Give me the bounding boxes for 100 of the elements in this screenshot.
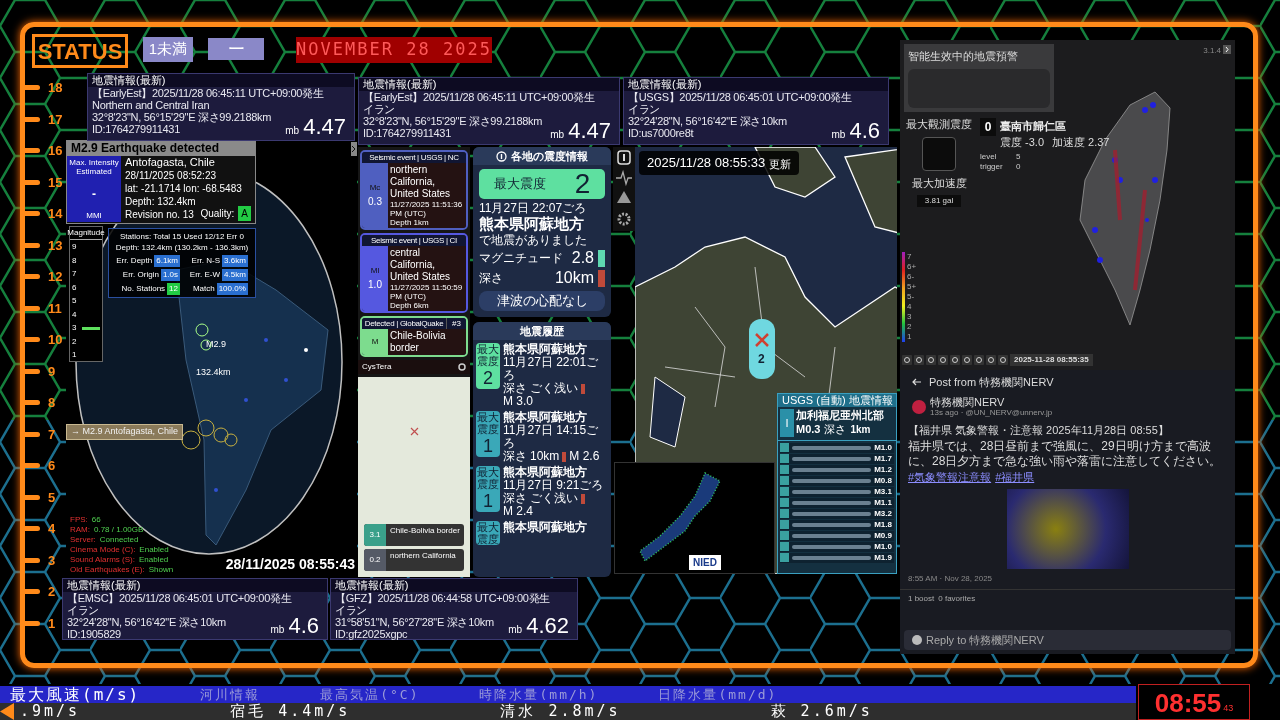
- badge-value: 2: [483, 367, 493, 389]
- info-text: ID:1905829: [66, 628, 122, 640]
- quake-list-item[interactable]: M1.2: [780, 464, 894, 475]
- magnitude-value: 4.6: [288, 613, 319, 639]
- magnitude-value: M1.0: [874, 441, 893, 454]
- scale-label: 5+: [906, 282, 917, 292]
- magnitude-value: 4.47: [568, 118, 611, 144]
- magnitude-value: 1.0: [368, 278, 382, 292]
- quake-list-item[interactable]: M3.2: [780, 508, 894, 519]
- toolbar-icon[interactable]: [998, 355, 1008, 365]
- ruler-label: 11: [48, 299, 62, 318]
- ruler-label: 2: [48, 583, 56, 601]
- ticker-heading: 時降水量(mm/h): [479, 686, 599, 703]
- depth-value: ごく浅い: [530, 492, 578, 505]
- reply-placeholder: Reply to 特務機関NERV: [926, 632, 1044, 648]
- row-label: 深さ: [479, 270, 504, 287]
- debug-label: FPS:: [70, 515, 88, 525]
- info-icon: [496, 150, 507, 162]
- magnitude-value: 0.3: [368, 195, 382, 209]
- quake-list-item[interactable]: M0.9: [780, 530, 894, 541]
- event-place: central California, United States: [390, 247, 452, 283]
- quake-list-item[interactable]: M1.0: [780, 442, 894, 453]
- magnitude-type: mb: [285, 124, 300, 138]
- toolbar-icon[interactable]: [974, 355, 984, 365]
- magnitude-type: M: [371, 336, 379, 348]
- stats-label: Err. N-S: [191, 255, 220, 267]
- depth-value: ごく浅い: [530, 382, 578, 395]
- magnitude-value: 3.1: [364, 524, 386, 546]
- tick-label: 6: [72, 281, 77, 294]
- ruler-tick: [22, 494, 40, 500]
- toolbar-drawing[interactable]: [613, 147, 635, 231]
- event-card[interactable]: Detected | GlobalQuake #3 M Chile-Bolivia border: [360, 316, 468, 357]
- ruler-label: 10: [48, 331, 63, 349]
- toolbar-icon[interactable]: [950, 355, 960, 365]
- debug-value: Shown: [148, 565, 174, 575]
- quake-list-item[interactable]: M1.0: [780, 541, 894, 552]
- post-title: 【福井県 気象警報・注意報 2025年11月28日 08:55】: [907, 423, 1170, 438]
- info-text: 31°58'51"N, 56°27'28"E 深さ10km: [334, 616, 495, 628]
- tick-label: 5: [72, 295, 77, 307]
- tick-label: 3: [72, 322, 77, 334]
- quake-place: 熊本県阿蘇地方: [478, 215, 585, 233]
- quality-value: A: [238, 206, 251, 221]
- ruler-label: 8: [48, 394, 56, 412]
- ticker-heading: 河川情報: [200, 686, 261, 703]
- magnitude-value: M 3.0: [503, 395, 533, 408]
- hashtag-link[interactable]: #気象警報注意報: [908, 468, 992, 485]
- clock-seconds: 43: [1223, 701, 1234, 715]
- reply-field[interactable]: Reply to 特務機関NERV: [904, 630, 1231, 650]
- ruler-label: 1: [48, 614, 56, 633]
- quake-list-item[interactable]: M1.8: [780, 519, 894, 530]
- toolbar-icon[interactable]: [902, 355, 912, 365]
- toolbar-icon[interactable]: [986, 355, 996, 365]
- info-text: 【EarlyEst】2025/11/28 06:45:11 UTC+09:00発生: [362, 91, 596, 103]
- card-title: 各地の震度情報: [511, 148, 588, 164]
- stats-value: 3.6km: [222, 255, 248, 267]
- panel-title: USGS (自動) 地震情報: [778, 394, 896, 407]
- info-text: ID:1764279911431: [362, 127, 452, 139]
- scale-label: 7: [906, 252, 913, 262]
- post-date: 8:55 AM · Nov 28, 2025: [907, 573, 994, 585]
- back-arrow-icon[interactable]: [912, 378, 921, 386]
- tick-label: 2: [72, 335, 77, 348]
- chevron-icon[interactable]: [351, 142, 357, 156]
- toolbar-icon[interactable]: [962, 355, 972, 365]
- settings-icon[interactable]: [458, 363, 466, 371]
- ruler-tick: [22, 557, 40, 563]
- ruler-tick: [22, 400, 40, 406]
- ruler-tick: [22, 463, 40, 469]
- ruler-label: 9: [48, 362, 56, 381]
- arrow-icon: [0, 703, 14, 720]
- update-label: 更新: [769, 157, 792, 172]
- detail-text: lat: -21.1714 lon: -68.5483: [125, 182, 242, 195]
- stats-value: 6.1km: [154, 255, 180, 267]
- mini-event-card[interactable]: 0.2 northern California: [364, 549, 464, 571]
- quake-list-item[interactable]: M1.9: [780, 552, 894, 563]
- quake-list-item[interactable]: M0.8: [780, 475, 894, 486]
- panel-label: 最大觀測震度: [906, 117, 972, 132]
- hashtag-link[interactable]: #福井県: [995, 468, 1035, 485]
- toolbar-icon[interactable]: [938, 355, 948, 365]
- event-place: northern California: [389, 550, 457, 562]
- toolbar-icon[interactable]: [926, 355, 936, 365]
- history-item[interactable]: 最大震度 1 熊本県阿蘇地方 11月27日 9:21ごろ 深さ ごく浅い M 2.4: [473, 466, 611, 518]
- history-item[interactable]: 最大震度 熊本県阿蘇地方: [473, 521, 611, 545]
- ruler-label: 3: [48, 551, 56, 570]
- quake-list-item[interactable]: M3.1: [780, 486, 894, 497]
- card-title: 地震情報(最新): [359, 78, 619, 91]
- ticker-heading: 最大風速(m/s): [10, 686, 141, 703]
- info-text: 32°24'28"N, 56°16'42"E 深さ10km: [627, 115, 788, 127]
- toolbar-icon[interactable]: [914, 355, 924, 365]
- magnitude-value: 0.2: [364, 549, 386, 571]
- event-place: Chile-Bolivia border: [389, 525, 461, 537]
- meter-label: Magnitude: [67, 227, 105, 239]
- chevron-icon[interactable]: [1223, 45, 1231, 54]
- quake-list-item[interactable]: M1.1: [780, 497, 894, 508]
- depth-label: 深さ: [503, 450, 527, 463]
- event-time: 11/27/2025 11:50:59 PM (UTC): [390, 283, 464, 301]
- info-text: 【USGS】2025/11/28 06:45:01 UTC+09:00発生: [627, 91, 853, 103]
- ruler-label: 5: [48, 488, 56, 507]
- mini-event-card[interactable]: 3.1 Chile-Bolivia border: [364, 524, 464, 546]
- quake-time: 11月27日 22:07ごろ: [478, 201, 588, 215]
- quake-list-item[interactable]: M1.7: [780, 453, 894, 464]
